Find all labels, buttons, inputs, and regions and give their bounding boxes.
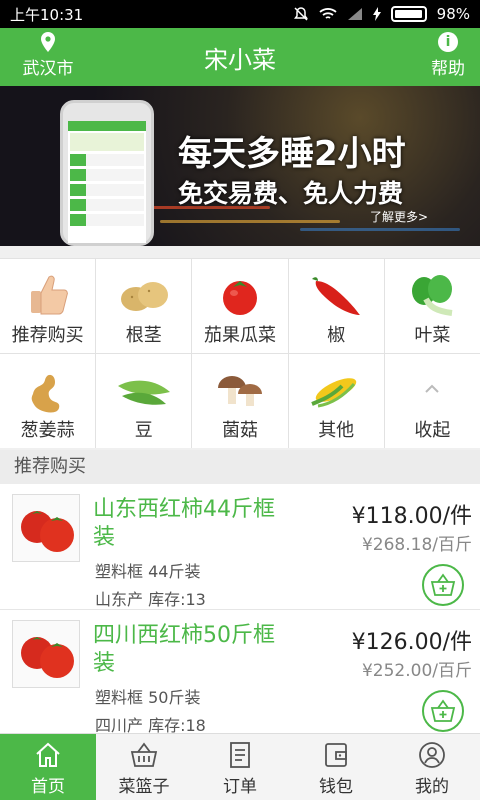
product-image [12, 494, 80, 562]
signal-icon [347, 8, 362, 20]
category-beans[interactable]: 豆 [96, 354, 192, 448]
category-leafy[interactable]: 叶菜 [384, 259, 480, 353]
banner-more-link[interactable]: 了解更多> [370, 208, 428, 225]
help-button[interactable]: i 帮助 [428, 32, 468, 79]
add-to-cart-button[interactable] [422, 690, 464, 732]
section-title: 推荐购买 [0, 450, 480, 484]
help-label: 帮助 [431, 59, 465, 79]
tab-basket[interactable]: 菜篮子 [96, 734, 192, 800]
category-mushroom[interactable]: 菌菇 [192, 354, 288, 448]
category-recommended[interactable]: 推荐购买 [0, 259, 96, 353]
battery-icon [390, 6, 427, 22]
category-label: 葱姜蒜 [20, 420, 75, 441]
category-label: 根茎 [125, 325, 162, 346]
phone-mockup-image [60, 100, 154, 246]
tab-label: 首页 [31, 777, 65, 797]
category-label: 叶菜 [414, 325, 451, 346]
category-collapse[interactable]: 收起 [384, 354, 480, 448]
home-icon [36, 742, 60, 767]
basket-add-icon [430, 573, 456, 596]
product-origin-stock: 山东产 库存:13 [95, 590, 206, 609]
battery-percent: 98% [436, 5, 470, 23]
product-list: 山东西红柿44斤框装 塑料框 44斤装 山东产 库存:13 ¥118.00/件 … [0, 484, 480, 733]
pea-pod-icon [117, 380, 170, 405]
mushroom-icon [217, 376, 262, 406]
tab-orders[interactable]: 订单 [192, 734, 288, 800]
category-label: 收起 [414, 420, 451, 441]
category-label: 椒 [327, 325, 346, 346]
app-header: 武汉市 宋小菜 i 帮助 [0, 28, 480, 86]
category-others[interactable]: 其他 [288, 354, 384, 448]
category-pepper[interactable]: 椒 [288, 259, 384, 353]
corn-icon [311, 378, 357, 408]
product-item[interactable]: 山东西红柿44斤框装 塑料框 44斤装 山东产 库存:13 ¥118.00/件 … [0, 484, 480, 610]
product-origin-stock: 四川产 库存:18 [95, 716, 206, 733]
order-list-icon [230, 742, 250, 768]
tab-home[interactable]: 首页 [0, 734, 96, 800]
thumbs-up-icon [30, 275, 68, 315]
promo-banner[interactable]: 每天多睡2小时 免交易费、免人力费 了解更多> [0, 86, 480, 246]
product-unit-price: ¥252.00/百斤 [361, 661, 472, 681]
ginger-icon [31, 374, 59, 413]
category-aromatics[interactable]: 葱姜蒜 [0, 354, 96, 448]
chevron-up-icon [425, 384, 440, 393]
banner-subline: 免交易费、免人力费 [178, 179, 404, 208]
product-item[interactable]: 四川西红柿50斤框装 塑料框 50斤装 四川产 库存:18 ¥126.00/件 … [0, 610, 480, 733]
tab-label: 菜篮子 [118, 777, 170, 797]
charging-icon [372, 7, 381, 21]
basket-add-icon [430, 699, 456, 722]
product-name: 山东西红柿44斤框装 [93, 497, 275, 550]
bottom-tab-bar: 首页 菜篮子 订单 钱包 我的 [0, 733, 480, 800]
chili-pepper-icon [312, 277, 361, 315]
product-price: ¥118.00/件 [351, 504, 472, 529]
potato-icon [120, 282, 168, 311]
info-icon: i [438, 32, 458, 52]
category-root-veg[interactable]: 根茎 [96, 259, 192, 353]
category-label: 推荐购买 [11, 325, 84, 346]
banner-headline: 每天多睡2小时 [178, 134, 406, 174]
category-label: 豆 [134, 420, 153, 441]
wallet-icon [325, 743, 347, 767]
tab-profile[interactable]: 我的 [384, 734, 480, 800]
wifi-icon [319, 8, 337, 19]
tomato-icon [222, 281, 257, 315]
product-unit-price: ¥268.18/百斤 [361, 535, 472, 555]
category-label: 茄果瓜菜 [203, 325, 276, 346]
app-title: 宋小菜 [204, 46, 276, 74]
product-price: ¥126.00/件 [351, 630, 472, 655]
tab-label: 订单 [223, 777, 257, 797]
basket-icon [130, 742, 158, 767]
light-streak [160, 220, 340, 223]
status-icons: 98% [293, 5, 470, 23]
light-streak [300, 228, 460, 231]
category-fruit-veg[interactable]: 茄果瓜菜 [192, 259, 288, 353]
tab-label: 我的 [415, 777, 449, 797]
product-name: 四川西红柿50斤框装 [93, 623, 275, 676]
bok-choy-icon [412, 275, 453, 316]
product-image [12, 620, 80, 688]
tab-label: 钱包 [319, 777, 353, 797]
status-bar: 上午10:31 98% [0, 0, 480, 28]
category-grid: 推荐购买 根茎 茄果瓜菜 椒 叶菜 葱姜蒜 豆 菌菇 其他 收起 [0, 258, 480, 448]
product-spec: 塑料框 50斤装 [95, 688, 201, 707]
mute-icon [293, 7, 308, 21]
product-spec: 塑料框 44斤装 [95, 562, 201, 581]
tab-wallet[interactable]: 钱包 [288, 734, 384, 800]
category-label: 其他 [318, 420, 355, 441]
user-icon [419, 742, 445, 768]
add-to-cart-button[interactable] [422, 564, 464, 606]
status-time: 上午10:31 [10, 5, 84, 24]
category-label: 菌菇 [221, 420, 258, 441]
